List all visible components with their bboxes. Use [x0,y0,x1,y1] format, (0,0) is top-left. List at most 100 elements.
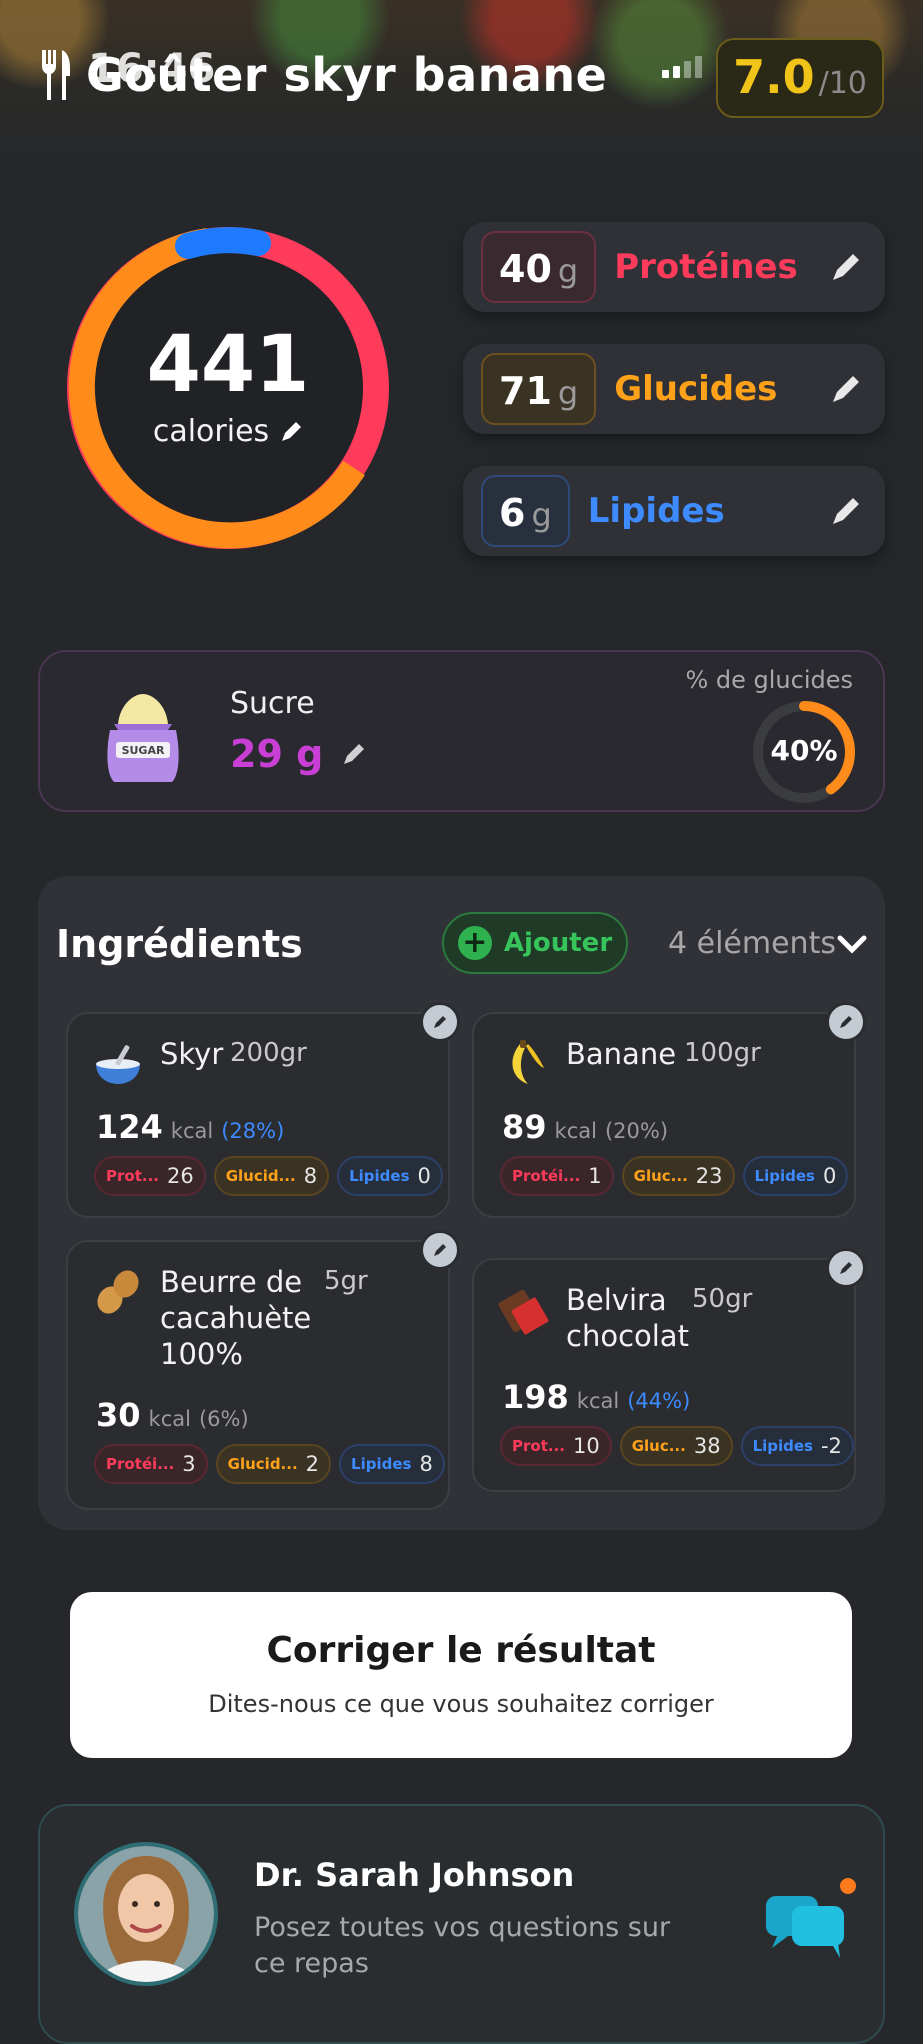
sugar-edit[interactable]: 29 g [230,732,367,776]
calories-label: calories [152,414,270,449]
pencil-icon [282,421,302,441]
ingredient-kcal-row: 89 kcal (20%) [502,1108,668,1146]
chip-value: 38 [693,1434,721,1458]
lipides-value: 6 [499,491,526,535]
proteines-label: Protéines [614,247,798,287]
chip-value: 0 [822,1164,837,1188]
ingredient-card-banane[interactable]: Banane 100gr 89 kcal (20%) Protéi... 1 G… [472,1002,866,1218]
score-max: /10 [818,66,867,101]
chocolate-icon [498,1289,549,1335]
avatar [74,1842,218,1986]
sugar-title: Sucre [230,686,315,721]
pencil-icon [840,1262,852,1274]
ingredient-macro-chips: Prot... 26 Glucid... 8 Lipides 0 [94,1156,443,1196]
pencil-icon[interactable] [829,372,863,406]
chip-label: Protéi... [106,1455,175,1473]
ingredient-quantity: 5gr [324,1266,368,1296]
pencil-icon [344,744,365,764]
chip-label: Gluc... [633,1167,688,1185]
chip-value: 8 [303,1164,318,1188]
sugar-bag-label: SUGAR [122,744,165,757]
macro-card-proteines[interactable]: 40 g Protéines [463,222,885,312]
doctor-name: Dr. Sarah Johnson [254,1856,575,1894]
pencil-icon[interactable] [829,250,863,284]
glucides-value: 71 [499,369,552,413]
sugar-card: SUGAR Sucre 29 g % de glucides 40% [38,650,885,812]
chip-label: Lipides [752,1437,813,1455]
correct-result-title: Corriger le résultat [266,1630,656,1671]
ingredient-kcal-row: 198 kcal (44%) [502,1378,690,1416]
ingredient-kcal-unit: kcal [576,1389,620,1413]
pencil-icon[interactable] [829,494,863,528]
ingredient-kcal: 198 [502,1378,569,1416]
ingredient-kcal-percent: (6%) [198,1407,249,1431]
ingredient-quantity: 100gr [684,1038,761,1068]
ingredient-kcal: 124 [96,1108,163,1146]
plus-icon: + [457,926,492,960]
ingredient-card-skyr[interactable]: Skyr 200gr 124 kcal (28%) Prot... 26 Glu… [66,1002,460,1218]
ingredient-name: Belvira chocolat [566,1283,689,1353]
proteines-pill: 40 g [481,231,597,303]
chip-glucides: Glucid... 8 [213,1156,330,1196]
chip-lipides: Lipides -2 [740,1426,854,1466]
chip-label: Prot... [512,1437,565,1455]
signal-icon [662,56,702,78]
chip-value: 2 [305,1452,320,1476]
chip-value: 26 [166,1164,194,1188]
ingredient-kcal-unit: kcal [148,1407,191,1431]
chip-label: Protéi... [512,1167,581,1185]
ingredient-macro-chips: Prot... 10 Gluc... 38 Lipides -2 [500,1426,854,1466]
chat-bubbles-icon[interactable] [762,1876,858,1966]
correct-result-button[interactable]: Corriger le résultat Dites-nous ce que v… [70,1592,852,1758]
edit-ingredient-button[interactable] [826,1002,866,1042]
sugar-value: 29 g [230,732,324,776]
ingredient-kcal-unit: kcal [170,1119,214,1143]
ingredient-name: Beurre de cacahuète 100% [160,1265,312,1371]
ingredient-card-belvira-chocolat[interactable]: Belvira chocolat 50gr 198 kcal (44%) Pro… [472,1248,866,1492]
sugar-percent-label: % de glucides [685,666,853,694]
score-badge[interactable]: 7.0 /10 [716,38,884,118]
bowl-icon [96,1045,140,1084]
doctor-chat-card[interactable]: Dr. Sarah Johnson Posez toutes vos quest… [38,1804,885,2044]
proteines-unit: g [557,252,579,290]
macro-card-glucides[interactable]: 71 g Glucides [463,344,885,434]
add-ingredient-button[interactable]: + Ajouter [442,912,628,974]
chip-lipides: Lipides 8 [339,1444,445,1484]
chip-label: Lipides [351,1455,412,1473]
chip-label: Gluc... [631,1437,686,1455]
macro-card-lipides[interactable]: 6 g Lipides [463,466,885,556]
ingredient-kcal-percent: (44%) [627,1389,691,1413]
chip-value: 10 [572,1434,600,1458]
chip-value: -2 [820,1434,842,1458]
chip-label: Glucid... [227,1455,298,1473]
chevron-down-icon[interactable] [834,926,870,962]
chip-proteines: Protéi... 1 [500,1156,614,1196]
edit-ingredient-button[interactable] [826,1248,866,1288]
calories-value: 441 [146,320,310,410]
ingredient-kcal-percent: (28%) [221,1119,285,1143]
chip-lipides: Lipides 0 [742,1156,849,1196]
ingredient-macro-chips: Protéi... 3 Glucid... 2 Lipides 8 [94,1444,445,1484]
chip-value: 3 [182,1452,196,1476]
chip-label: Prot... [106,1167,159,1185]
ingredient-kcal-unit: kcal [554,1119,597,1143]
ingredient-card-beurre-de-cacahuete[interactable]: Beurre de cacahuète 100% 5gr 30 kcal (6%… [66,1230,460,1510]
ingredient-name: Banane [566,1037,677,1071]
edit-ingredient-button[interactable] [420,1002,460,1042]
peanut-icon [97,1270,139,1314]
add-ingredient-label: Ajouter [503,928,613,958]
ingredient-kcal: 89 [502,1108,547,1146]
banana-icon [512,1040,544,1084]
edit-ingredient-button[interactable] [420,1230,460,1270]
header-title-row: Goûter skyr banane [38,48,607,102]
ingredients-count: 4 éléments [668,926,836,961]
chip-label: Lipides [754,1167,815,1185]
glucides-unit: g [557,374,579,412]
ingredients-panel: Ingrédients + Ajouter 4 éléments Skyr 20… [38,876,885,1530]
sugar-percent-value: 40% [770,734,838,767]
ingredient-quantity: 50gr [692,1284,753,1314]
calories-edit[interactable]: calories [58,414,398,449]
chip-value: 8 [419,1452,433,1476]
glucides-pill: 71 g [481,353,597,425]
lipides-pill: 6 g [481,475,570,547]
